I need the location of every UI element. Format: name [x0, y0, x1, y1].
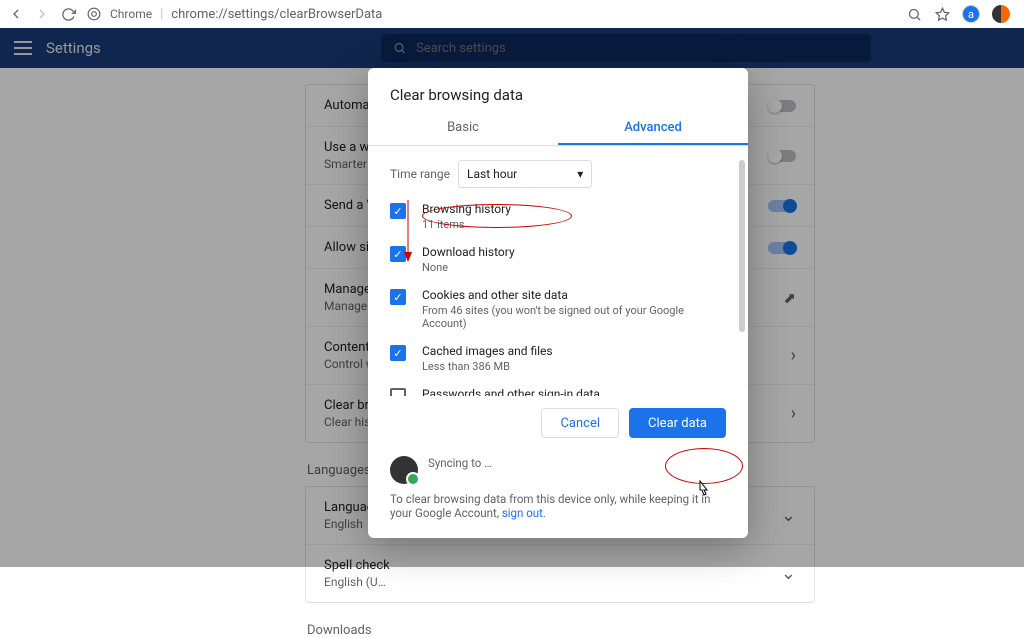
time-range-label: Time range: [390, 167, 450, 181]
option-cookies[interactable]: ✓Cookies and other site dataFrom 46 site…: [390, 288, 726, 330]
clear-browsing-data-dialog: Clear browsing data Basic Advanced Time …: [368, 68, 748, 538]
url-bar[interactable]: Chrome | chrome://settings/clearBrowserD…: [86, 6, 896, 22]
checkbox[interactable]: ✓: [390, 203, 406, 219]
sign-out-link[interactable]: sign out: [502, 506, 543, 520]
dialog-title: Clear browsing data: [368, 86, 748, 112]
extension-icon[interactable]: [992, 5, 1010, 23]
back-button[interactable]: [8, 6, 24, 22]
dialog-footer-note: To clear browsing data from this device …: [368, 488, 748, 524]
dialog-tabs: Basic Advanced: [368, 112, 748, 146]
checkbox[interactable]: [390, 388, 406, 396]
tab-basic[interactable]: Basic: [368, 112, 558, 145]
clear-data-button[interactable]: Clear data: [629, 408, 726, 438]
scrollbar[interactable]: [739, 160, 745, 332]
cancel-button[interactable]: Cancel: [541, 408, 619, 438]
time-range-select[interactable]: Last hour ▾: [458, 160, 592, 188]
cursor-pointer-icon: [695, 480, 711, 502]
url-origin-chip: Chrome: [110, 7, 152, 21]
tab-advanced[interactable]: Advanced: [558, 112, 748, 145]
dialog-body: Time range Last hour ▾ ✓Browsing history…: [368, 146, 748, 396]
checkbox[interactable]: ✓: [390, 289, 406, 305]
section-title: Downloads: [307, 623, 815, 638]
url-text: chrome://settings/clearBrowserData: [171, 7, 382, 22]
find-icon[interactable]: [906, 6, 922, 22]
chrome-logo-icon: [86, 6, 102, 22]
option-cached[interactable]: ✓Cached images and filesLess than 386 MB: [390, 344, 726, 373]
option-browsing-history[interactable]: ✓Browsing history11 items: [390, 202, 726, 231]
bookmark-star-icon[interactable]: [934, 6, 950, 22]
dialog-actions: Cancel Clear data: [368, 396, 748, 446]
reload-button[interactable]: [60, 6, 76, 22]
profile-avatar-icon[interactable]: a: [962, 5, 980, 23]
avatar: [390, 456, 418, 484]
checkbox[interactable]: ✓: [390, 246, 406, 262]
forward-button[interactable]: [34, 6, 50, 22]
browser-toolbar: Chrome | chrome://settings/clearBrowserD…: [0, 0, 1024, 28]
option-download-history[interactable]: ✓Download historyNone: [390, 245, 726, 274]
option-passwords[interactable]: Passwords and other sign-in dataNone: [390, 387, 726, 396]
chevron-down-icon: ▾: [577, 167, 583, 181]
dialog-sync-row: Syncing to …: [368, 446, 748, 488]
checkbox[interactable]: ✓: [390, 345, 406, 361]
